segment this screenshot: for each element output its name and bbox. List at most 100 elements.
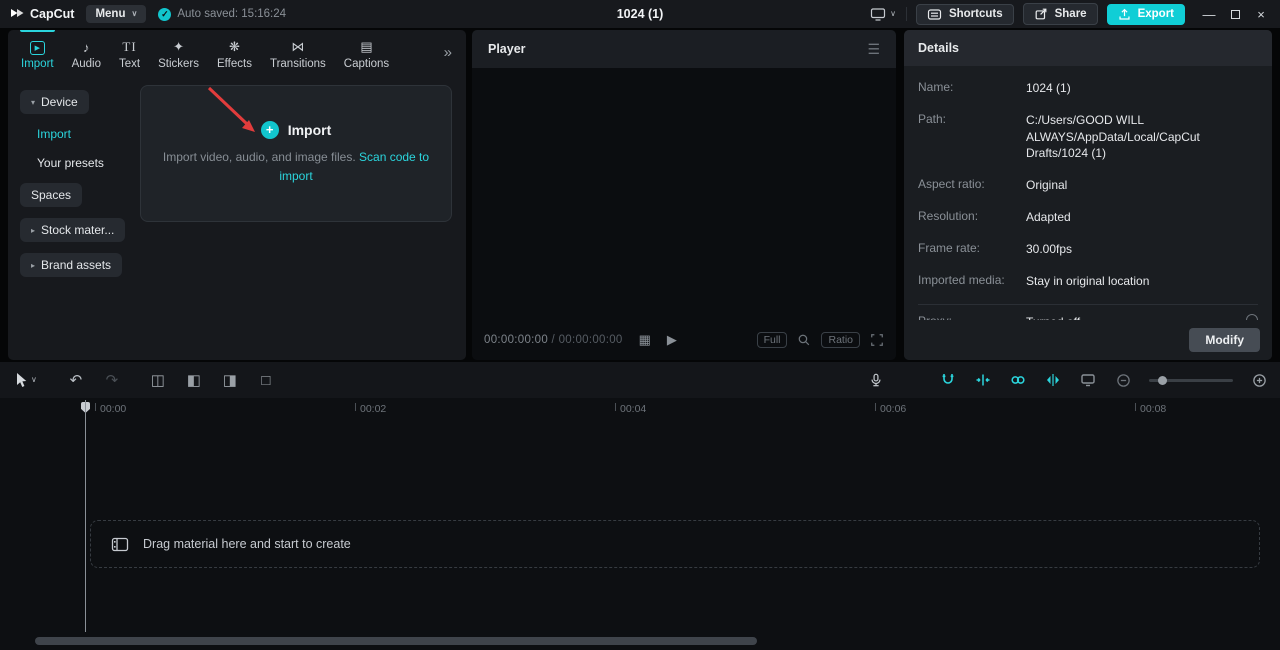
playhead-line[interactable] (85, 400, 86, 632)
ratio-button[interactable]: Ratio (821, 332, 860, 348)
link-clips-toggle[interactable] (1009, 371, 1027, 389)
tab-label: Text (119, 58, 140, 70)
timecode-separator: / (548, 334, 559, 346)
caret-down-icon: ▾ (31, 98, 35, 107)
export-label: Export (1138, 8, 1174, 20)
timecode: 00:00:00:00 / 00:00:00:00 (484, 334, 623, 346)
ruler-tick: 00:06 (875, 403, 906, 415)
detail-label: Frame rate: (918, 241, 1026, 258)
more-tabs-chevron-icon[interactable]: » (444, 30, 462, 61)
menu-button[interactable]: Menu ∨ (86, 5, 146, 23)
tab-captions[interactable]: ▤ Captions (335, 30, 398, 70)
zoom-in-button[interactable] (1250, 371, 1268, 389)
chevron-down-icon: ∨ (131, 10, 137, 18)
modify-button[interactable]: Modify (1189, 328, 1260, 352)
auto-snap-toggle[interactable] (974, 371, 992, 389)
undo-button[interactable]: ↶ (65, 368, 87, 392)
import-tab-icon: ▶ (30, 41, 45, 55)
tab-label: Import (21, 58, 54, 70)
export-button[interactable]: Export (1107, 4, 1185, 25)
detail-value: 1024 (1) (1026, 80, 1071, 97)
tab-import[interactable]: ▶ Import (12, 30, 63, 70)
detail-row-frame-rate: Frame rate: 30.00fps (918, 241, 1258, 258)
zoom-out-button[interactable] (1114, 371, 1132, 389)
select-tool[interactable]: ∨ (14, 372, 37, 388)
timeline-tools-right (939, 362, 1268, 398)
import-dropzone[interactable]: + Import Import video, audio, and image … (140, 85, 452, 222)
player-menu-icon[interactable]: ☰ (867, 41, 880, 58)
render-preview-toggle[interactable] (1079, 371, 1097, 389)
titlebar-actions: ∨ Shortcuts Share Export (870, 0, 1274, 28)
player-panel: Player ☰ 00:00:00:00 / 00:00:00:00 ▦ ▶ F… (472, 30, 896, 360)
tab-text[interactable]: TI Text (110, 30, 149, 70)
maximize-icon (1231, 10, 1240, 19)
capcut-logo: CapCut (6, 7, 74, 21)
share-icon (1034, 7, 1048, 21)
chevron-down-icon: ∨ (890, 10, 896, 18)
caret-right-icon: ▸ (31, 226, 35, 235)
fullscreen-mode-button[interactable]: Full (757, 332, 788, 348)
text-icon: TI (122, 38, 136, 55)
captions-icon: ▤ (360, 38, 372, 55)
timecode-total: 00:00:00:00 (559, 334, 623, 346)
slider-knob[interactable] (1158, 376, 1167, 385)
delete-right-tool[interactable]: ◨ (219, 368, 241, 392)
timeline-ruler[interactable]: 00:00 00:02 00:04 00:06 00:08 (0, 398, 1280, 420)
frame-preview-icon[interactable]: ▦ (639, 332, 651, 348)
titlebar: CapCut Menu ∨ ✓ Auto saved: 15:16:24 102… (0, 0, 1280, 28)
detail-label: Aspect ratio: (918, 177, 1026, 194)
tab-stickers[interactable]: ✦ Stickers (149, 30, 208, 70)
detail-value: C:/Users/GOOD WILL ALWAYS/AppData/Local/… (1026, 112, 1254, 162)
details-panel: Details Name: 1024 (1) Path: C:/Users/GO… (904, 30, 1272, 360)
timeline-dropzone[interactable]: Drag material here and start to create (90, 520, 1260, 568)
detail-label: Path: (918, 112, 1026, 162)
horizontal-scrollbar[interactable] (35, 637, 757, 645)
close-button[interactable]: × (1248, 0, 1274, 28)
fit-zoom-icon[interactable] (797, 333, 811, 347)
share-button[interactable]: Share (1023, 3, 1098, 25)
main-track-magnet-toggle[interactable] (939, 371, 957, 389)
tab-audio[interactable]: ♪ Audio (63, 30, 110, 70)
display-selector[interactable]: ∨ (870, 7, 907, 21)
expand-icon[interactable] (870, 333, 884, 347)
player-title: Player (488, 42, 526, 56)
audio-icon: ♪ (83, 38, 90, 55)
redo-button[interactable]: ↷ (101, 368, 123, 392)
crop-tool[interactable]: □ (255, 368, 277, 392)
tab-transitions[interactable]: ⋈ Transitions (261, 30, 335, 70)
ruler-label: 00:04 (620, 403, 646, 415)
share-label: Share (1055, 8, 1087, 20)
ruler-tick: 00:00 (95, 403, 126, 415)
sidebar-item-import[interactable]: Import (20, 125, 71, 143)
sidebar-item-your-presets[interactable]: Your presets (20, 154, 104, 172)
shortcuts-button[interactable]: Shortcuts (916, 4, 1014, 25)
divider (918, 304, 1258, 305)
menu-label: Menu (95, 8, 125, 20)
import-description: Import video, audio, and image files. Sc… (145, 148, 447, 185)
sidebar-item-device[interactable]: ▾ Device (20, 90, 89, 114)
sidebar-item-brand-assets[interactable]: ▸ Brand assets (20, 253, 122, 277)
ruler-tick: 00:02 (355, 403, 386, 415)
keyboard-icon (927, 8, 942, 21)
timeline-toolbar: ∨ ↶ ↷ ◫ ◧ ◨ □ (0, 362, 1280, 398)
preview-axis-toggle[interactable] (1044, 371, 1062, 389)
record-voiceover-button[interactable] (864, 368, 888, 392)
timecode-current: 00:00:00:00 (484, 334, 548, 346)
delete-left-tool[interactable]: ◧ (183, 368, 205, 392)
sidebar-item-stock-materials[interactable]: ▸ Stock mater... (20, 218, 125, 242)
detail-label: Imported media: (918, 273, 1026, 290)
sidebar-item-label: Brand assets (41, 258, 111, 272)
media-clip-icon (111, 537, 129, 552)
import-description-text: Import video, audio, and image files. (163, 150, 359, 164)
minimize-button[interactable]: — (1196, 0, 1222, 28)
import-title: Import (288, 122, 332, 138)
timeline: ∨ ↶ ↷ ◫ ◧ ◨ □ (0, 362, 1280, 650)
play-button[interactable]: ▶ (667, 332, 677, 348)
tab-effects[interactable]: ❋ Effects (208, 30, 261, 70)
timeline-zoom-slider[interactable] (1149, 379, 1233, 382)
sidebar-item-spaces[interactable]: Spaces (20, 183, 82, 207)
capcut-app: CapCut Menu ∨ ✓ Auto saved: 15:16:24 102… (0, 0, 1280, 650)
caret-right-icon: ▸ (31, 261, 35, 270)
split-tool[interactable]: ◫ (147, 368, 169, 392)
maximize-button[interactable] (1222, 0, 1248, 28)
